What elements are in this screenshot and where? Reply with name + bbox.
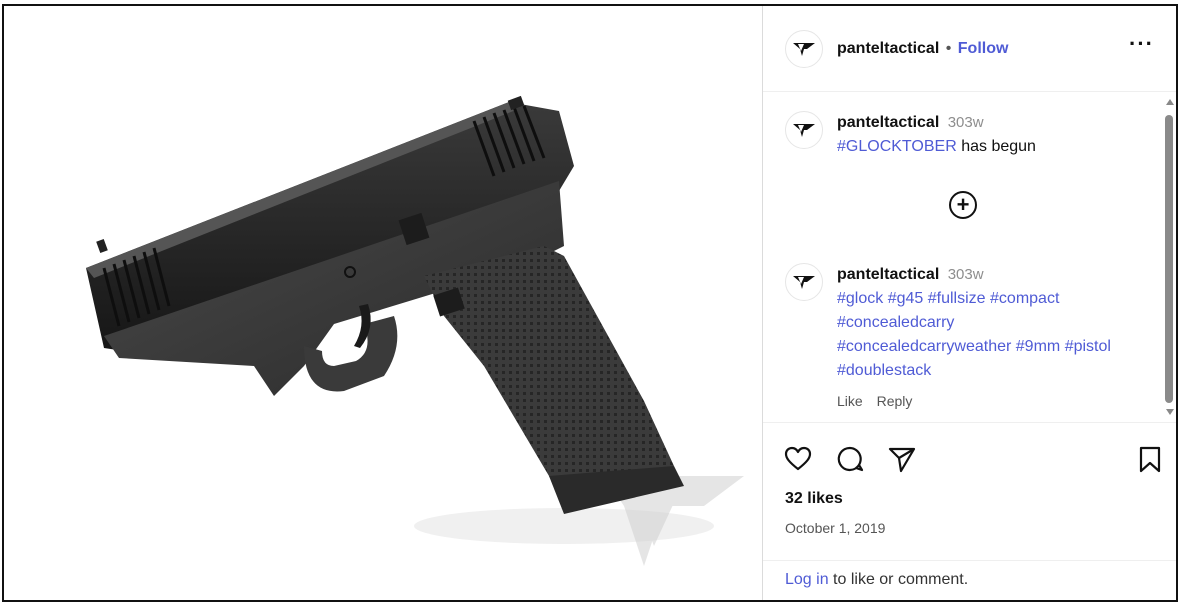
- comments-list[interactable]: panteltactical 303w #GLOCKTOBER has begu…: [763, 93, 1176, 423]
- login-prompt: Log in to like or comment.: [763, 560, 1176, 600]
- comment-icon[interactable]: [835, 444, 865, 474]
- more-options-icon[interactable]: ···: [1129, 33, 1154, 55]
- comment-body: panteltactical 303w #GLOCKTOBER has begu…: [837, 111, 1149, 159]
- comment-avatar[interactable]: [785, 263, 823, 301]
- post-side-panel: panteltactical • Follow ··· panteltactic…: [762, 6, 1176, 600]
- author-line: panteltactical • Follow: [837, 40, 1008, 58]
- hashtag-link[interactable]: #compact: [990, 290, 1059, 307]
- hashtag-link[interactable]: #GLOCKTOBER: [837, 138, 957, 155]
- hashtag-link[interactable]: #9mm: [1016, 338, 1060, 355]
- hashtag-link[interactable]: #fullsize: [928, 290, 986, 307]
- like-comment-button[interactable]: Like: [837, 393, 863, 409]
- author-avatar[interactable]: [785, 30, 823, 68]
- comment-actions: Like Reply: [837, 389, 1149, 413]
- comment-time[interactable]: 303w: [948, 266, 984, 283]
- comments-scrollbar[interactable]: [1162, 93, 1176, 422]
- hashtag-link[interactable]: #g45: [888, 290, 924, 307]
- post-header: panteltactical • Follow ···: [763, 6, 1176, 92]
- comment-body: panteltactical 303w #glock #g45 #fullsiz…: [837, 263, 1149, 413]
- pantel-logo-icon: [793, 43, 815, 56]
- reply-button[interactable]: Reply: [877, 393, 913, 409]
- comment-username[interactable]: panteltactical: [837, 266, 939, 283]
- comment-text: has begun: [961, 138, 1036, 155]
- pistol-image: [86, 95, 744, 566]
- hashtag-link[interactable]: #glock: [837, 290, 883, 307]
- login-link[interactable]: Log in: [785, 571, 829, 588]
- scroll-up-arrow-icon[interactable]: [1166, 99, 1174, 105]
- bookmark-icon[interactable]: [1135, 444, 1165, 474]
- separator-dot: •: [945, 40, 952, 57]
- comment-time[interactable]: 303w: [948, 114, 984, 131]
- scroll-down-arrow-icon[interactable]: [1166, 409, 1174, 415]
- post-date[interactable]: October 1, 2019: [785, 520, 885, 536]
- comment-username[interactable]: panteltactical: [837, 114, 939, 131]
- comment-avatar[interactable]: [785, 111, 823, 149]
- post-photo[interactable]: [4, 6, 762, 600]
- pantel-logo-icon: [793, 276, 815, 289]
- login-prompt-text: to like or comment.: [828, 571, 969, 588]
- instagram-post-window: panteltactical • Follow ··· panteltactic…: [2, 4, 1178, 602]
- hashtag-link[interactable]: #concealedcarryweather: [837, 338, 1011, 355]
- post-actions: 32 likes October 1, 2019 Log in to like …: [763, 424, 1176, 600]
- author-username[interactable]: panteltactical: [837, 40, 939, 57]
- load-more-comments-icon[interactable]: +: [949, 191, 977, 219]
- paper-plane-icon[interactable]: [887, 444, 917, 474]
- heart-icon[interactable]: [783, 444, 813, 474]
- hashtag-link[interactable]: #doublestack: [837, 362, 931, 379]
- likes-count[interactable]: 32 likes: [785, 490, 843, 508]
- pantel-logo-icon: [793, 124, 815, 137]
- hashtag-link[interactable]: #pistol: [1065, 338, 1111, 355]
- hashtag-link[interactable]: #concealedcarry: [837, 314, 954, 331]
- follow-button[interactable]: Follow: [958, 40, 1009, 57]
- scroll-thumb[interactable]: [1165, 115, 1173, 403]
